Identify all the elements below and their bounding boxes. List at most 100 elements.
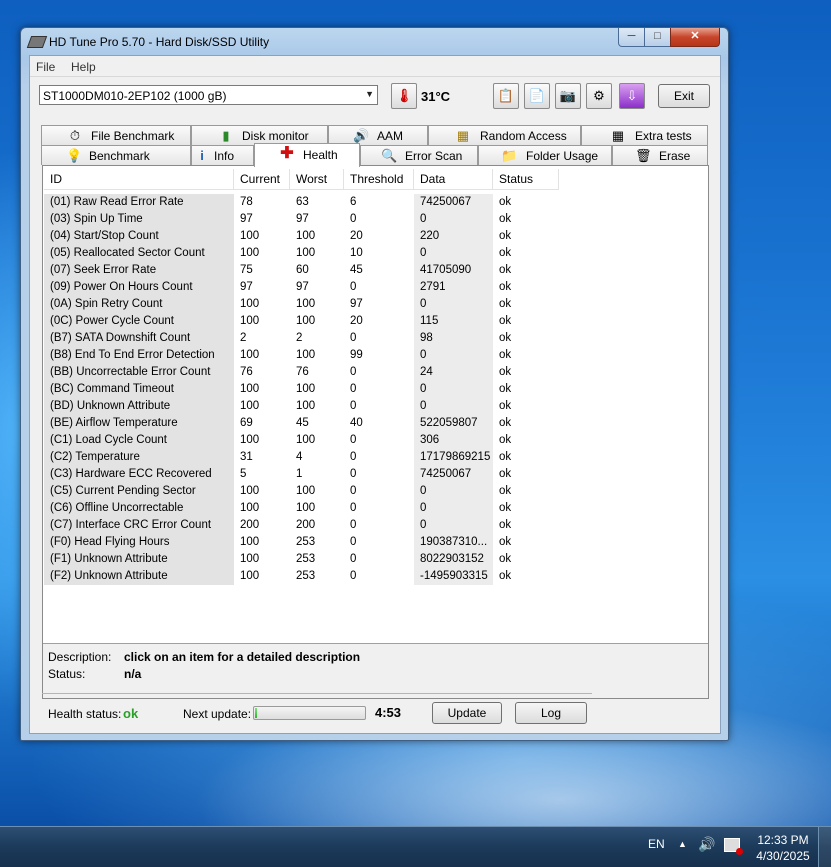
table-row[interactable]: (F2) Unknown Attribute 100 253 0 -1495903315… (44, 568, 559, 585)
language-indicator[interactable]: EN (648, 837, 665, 851)
health-status-value: ok (123, 706, 139, 721)
tab-aam[interactable]: 🔊 AAM (328, 125, 428, 145)
table-row[interactable]: (BC) Command Timeout 100 100 0 0 ok (44, 381, 559, 398)
cell-worst: 4 (296, 451, 303, 463)
tab-folder-usage[interactable]: 📁 Folder Usage (478, 145, 612, 165)
cell-worst: 45 (296, 417, 309, 429)
column-header-id[interactable]: ID (44, 169, 234, 190)
cell-data: 8022903152 (414, 551, 493, 568)
column-header-threshold[interactable]: Threshold (344, 169, 414, 190)
column-header-current[interactable]: Current (234, 169, 290, 190)
cell-threshold: 6 (350, 196, 357, 208)
table-row[interactable]: (04) Start/Stop Count 100 100 20 220 ok (44, 228, 559, 245)
menu-file[interactable]: File (36, 60, 55, 74)
column-header-data[interactable]: Data (414, 169, 493, 190)
tab-error-scan[interactable]: 🔍 Error Scan (360, 145, 478, 165)
cell-data: -1495903315 (414, 568, 493, 585)
tab-health[interactable]: ✚ Health (254, 143, 360, 167)
show-hidden-icons-icon[interactable]: ▲ (678, 839, 687, 849)
tab-label: File Benchmark (91, 129, 175, 143)
table-row[interactable]: (05) Reallocated Sector Count 100 100 10 0 ok (44, 245, 559, 262)
table-row[interactable]: (C6) Offline Uncorrectable 100 100 0 0 ok (44, 500, 559, 517)
copy-text-icon[interactable]: 📋 (493, 83, 519, 109)
cell-data: 0 (414, 381, 493, 398)
volume-icon[interactable]: 🔊 (698, 836, 715, 853)
cell-current: 69 (240, 417, 253, 429)
minimize-button[interactable]: ─ (618, 28, 645, 47)
table-row[interactable]: (01) Raw Read Error Rate 78 63 6 74250067 ok (44, 194, 559, 211)
maximize-button[interactable]: □ (644, 28, 671, 47)
tab-extra-tests[interactable]: ▦ Extra tests (581, 125, 708, 145)
tab-label: AAM (377, 129, 404, 143)
tab-erase[interactable]: 🗑 Erase (612, 145, 708, 165)
cell-current: 78 (240, 196, 253, 208)
column-header-status[interactable]: Status (493, 169, 559, 190)
title-bar[interactable]: HD Tune Pro 5.70 - Hard Disk/SSD Utility… (21, 28, 728, 54)
tab-disk-monitor[interactable]: ▮ Disk monitor (191, 125, 328, 145)
save-download-icon[interactable]: ⇩ (619, 83, 645, 109)
log-button[interactable]: Log (515, 702, 587, 724)
table-row[interactable]: (BB) Uncorrectable Error Count 76 76 0 24 ok (44, 364, 559, 381)
screenshot-camera-icon[interactable]: 📷 (555, 83, 581, 109)
tab-label: Health (303, 148, 338, 162)
cell-worst: 97 (296, 281, 309, 293)
table-row[interactable]: (C1) Load Cycle Count 100 100 0 306 ok (44, 432, 559, 449)
status-label: Status: (48, 667, 86, 681)
table-row[interactable]: (C2) Temperature 31 4 0 17179869215 ok (44, 449, 559, 466)
action-center-flag-icon[interactable] (724, 838, 743, 855)
cell-worst: 76 (296, 366, 309, 378)
table-row[interactable]: (0C) Power Cycle Count 100 100 20 115 ok (44, 313, 559, 330)
temperature-readout: 31°C (421, 89, 451, 104)
table-row[interactable]: (03) Spin Up Time 97 97 0 0 ok (44, 211, 559, 228)
table-row[interactable]: (BE) Airflow Temperature 69 45 40 522059807 o… (44, 415, 559, 432)
cell-id: (0A) Spin Retry Count (44, 296, 234, 313)
table-row[interactable]: (F1) Unknown Attribute 100 253 0 8022903152 o… (44, 551, 559, 568)
cell-current: 97 (240, 213, 253, 225)
tab-label: Extra tests (635, 129, 692, 143)
table-row[interactable]: (C7) Interface CRC Error Count 200 200 0 0 ok (44, 517, 559, 534)
cell-status: ok (499, 417, 512, 429)
cell-status: ok (499, 519, 512, 531)
tab-label: Benchmark (89, 149, 150, 163)
cell-status: ok (499, 281, 512, 293)
close-button[interactable]: ✕ (670, 28, 720, 47)
folder-icon: 📁 (501, 148, 518, 163)
clock[interactable]: 12:33 PM 4/30/2025 (752, 832, 814, 864)
table-row[interactable]: (F0) Head Flying Hours 100 253 0 190387310..… (44, 534, 559, 551)
table-row[interactable]: (B7) SATA Downshift Count 2 2 0 98 ok (44, 330, 559, 347)
thermometer-icon[interactable]: 🌡 (391, 83, 417, 109)
table-row[interactable]: (B8) End To End Error Detection 100 100 99 0… (44, 347, 559, 364)
options-wrench-icon[interactable]: ⚙ (586, 83, 612, 109)
table-row[interactable]: (C5) Current Pending Sector 100 100 0 0 ok (44, 483, 559, 500)
copy-data-icon[interactable]: 📄 (524, 83, 550, 109)
table-row[interactable]: (BD) Unknown Attribute 100 100 0 0 ok (44, 398, 559, 415)
table-row[interactable]: (C3) Hardware ECC Recovered 5 1 0 74250067 ok (44, 466, 559, 483)
table-row[interactable]: (07) Seek Error Rate 75 60 45 41705090 ok (44, 262, 559, 279)
speaker-icon: 🔊 (353, 128, 370, 143)
cell-worst: 60 (296, 264, 309, 276)
table-row[interactable]: (0A) Spin Retry Count 100 100 97 0 ok (44, 296, 559, 313)
cell-status: ok (499, 536, 512, 548)
cell-id: (09) Power On Hours Count (44, 279, 234, 296)
exit-button[interactable]: Exit (658, 84, 710, 108)
table-row[interactable]: (09) Power On Hours Count 97 97 0 2791 ok (44, 279, 559, 296)
cell-data: 190387310... (414, 534, 493, 551)
tab-info[interactable]: i Info (191, 145, 254, 165)
tab-file-benchmark[interactable]: ⏱ File Benchmark (41, 125, 191, 145)
tab-benchmark[interactable]: 💡 Benchmark (41, 145, 191, 165)
drive-select[interactable]: ST1000DM010-2EP102 (1000 gB) ▼ (39, 85, 378, 105)
cell-threshold: 45 (350, 264, 363, 276)
menu-help[interactable]: Help (71, 60, 96, 74)
cell-data: 17179869215 (414, 449, 493, 466)
show-desktop-button[interactable] (818, 827, 831, 867)
cell-threshold: 99 (350, 349, 363, 361)
tab-random-access[interactable]: ▦ Random Access (428, 125, 581, 145)
client-area: File Help ST1000DM010-2EP102 (1000 gB) ▼… (29, 55, 721, 734)
tab-label: Folder Usage (526, 149, 599, 163)
cell-threshold: 0 (350, 434, 357, 446)
clock-time: 12:33 PM (757, 833, 809, 847)
update-button[interactable]: Update (432, 702, 502, 724)
column-header-worst[interactable]: Worst (290, 169, 344, 190)
cell-id: (BB) Uncorrectable Error Count (44, 364, 234, 381)
cell-status: ok (499, 230, 512, 242)
